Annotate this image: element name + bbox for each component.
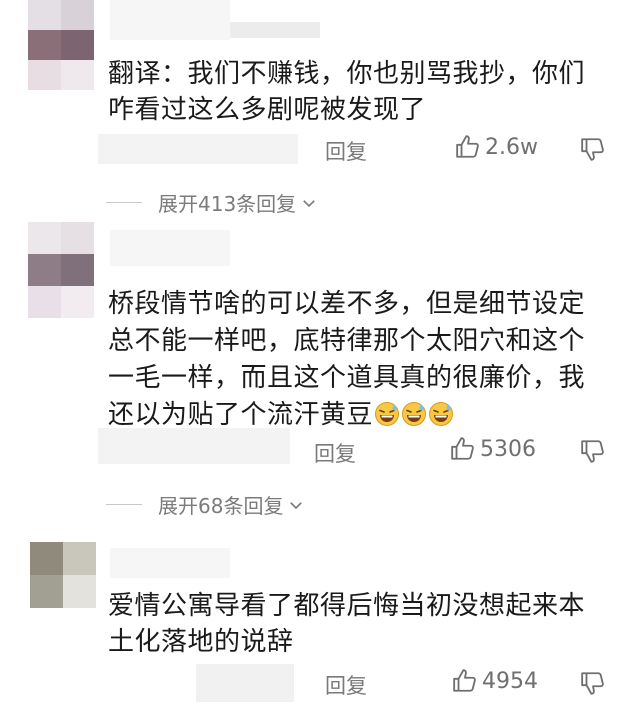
obscured-header bbox=[220, 22, 320, 38]
thumbs-up-icon bbox=[456, 135, 479, 158]
expand-replies[interactable]: 展开68条回复 bbox=[106, 490, 305, 519]
thumbs-up-icon bbox=[451, 437, 474, 460]
avatar[interactable] bbox=[30, 542, 96, 608]
like-button[interactable]: 5306 bbox=[450, 436, 536, 462]
chevron-down-icon bbox=[303, 199, 316, 207]
timestamp-obscured bbox=[98, 428, 290, 464]
divider bbox=[106, 503, 142, 506]
thumbs-up-icon bbox=[453, 669, 476, 692]
username-obscured[interactable] bbox=[110, 230, 230, 266]
sweat-smile-emoji-icon bbox=[429, 402, 454, 426]
username-obscured[interactable] bbox=[110, 548, 230, 578]
reply-button[interactable]: 回复 bbox=[325, 136, 367, 166]
thumbs-down-icon bbox=[581, 672, 604, 695]
dislike-button[interactable] bbox=[580, 670, 606, 700]
divider bbox=[106, 201, 142, 204]
emoji-group bbox=[373, 400, 454, 430]
dislike-button[interactable] bbox=[580, 438, 606, 468]
comment-text: 翻译：我们不赚钱，你也别骂我抄，你们 咋看过这么多剧呢被发现了 bbox=[108, 59, 586, 125]
thumbs-down-icon bbox=[581, 138, 604, 161]
like-button[interactable]: 4954 bbox=[452, 668, 538, 694]
comment-text: 桥段情节啥的可以差不多，但是细节设定 总不能一样吧，底特律那个太阳穴和这个 一毛… bbox=[108, 289, 586, 430]
expand-label: 展开413条回复 bbox=[158, 192, 297, 216]
username-obscured[interactable] bbox=[110, 0, 230, 40]
reply-button[interactable]: 回复 bbox=[325, 670, 367, 700]
avatar[interactable] bbox=[28, 222, 94, 318]
like-count: 5306 bbox=[480, 436, 536, 462]
like-button[interactable]: 2.6w bbox=[455, 134, 538, 160]
sweat-smile-emoji-icon bbox=[375, 402, 400, 426]
thumbs-down-icon bbox=[581, 440, 604, 463]
like-count: 2.6w bbox=[485, 134, 538, 160]
chevron-down-icon bbox=[290, 501, 303, 509]
timestamp-obscured bbox=[196, 664, 294, 702]
sweat-smile-emoji-icon bbox=[402, 402, 427, 426]
avatar[interactable] bbox=[28, 0, 94, 90]
comment-text: 爱情公寓导看了都得后悔当初没想起来本 土化落地的说辞 bbox=[108, 591, 586, 657]
timestamp-obscured bbox=[98, 134, 298, 164]
dislike-button[interactable] bbox=[580, 136, 606, 166]
expand-replies[interactable]: 展开413条回复 bbox=[106, 188, 318, 217]
reply-button[interactable]: 回复 bbox=[314, 438, 356, 468]
expand-label: 展开68条回复 bbox=[158, 494, 284, 518]
like-count: 4954 bbox=[482, 668, 538, 694]
